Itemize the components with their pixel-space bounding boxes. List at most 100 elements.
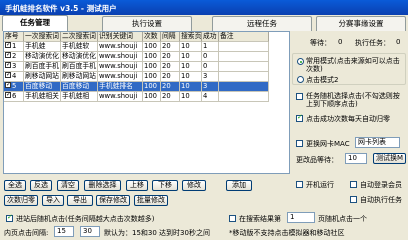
row-seq: 5 — [12, 82, 17, 90]
row-cell-count: 100 — [143, 42, 161, 52]
row-cell-kw2: 手机蛙相 — [61, 92, 98, 102]
auto-reset-label: 点击成功次数每天自动归零 — [306, 115, 390, 123]
tab-remote-tasks[interactable]: 远程任务 — [212, 16, 312, 31]
row-seq-cell: 4 — [4, 72, 24, 82]
task-grid[interactable]: 序号一次搜索词二次搜索词识别关键词次数间隔搜索页成功备注1手机蛙手机蛙软www.… — [3, 31, 290, 174]
row-cell-kw1: 刷百度手机 — [24, 62, 61, 72]
search-page-checkbox[interactable] — [229, 215, 236, 222]
autorun-checkbox[interactable] — [296, 181, 303, 188]
row-cell-id: www.shouji — [98, 42, 143, 52]
tab-task-management[interactable]: 任务管理 — [2, 15, 68, 31]
row-checkbox[interactable] — [5, 62, 11, 69]
inner-to-input[interactable]: 30 — [80, 226, 100, 237]
row-cell-interval: 20 — [161, 62, 180, 72]
row-seq: 6 — [12, 92, 17, 100]
batch-edit-button[interactable]: 批量修改 — [134, 195, 168, 206]
row-cell-page: 10 — [180, 72, 202, 82]
row-checkbox[interactable] — [5, 92, 11, 99]
column-header-8[interactable]: 备注 — [219, 32, 269, 42]
column-header-4[interactable]: 次数 — [143, 32, 161, 42]
row-checkbox[interactable] — [5, 42, 11, 49]
exec-value: 0 — [396, 38, 401, 46]
row-cell-kw2: 手机蛙软 — [61, 42, 98, 52]
random-order-checkbox[interactable] — [296, 93, 303, 100]
column-header-1[interactable]: 一次搜索词 — [24, 32, 61, 42]
exec-label: 执行任务： — [355, 39, 390, 47]
autologin-checkbox[interactable] — [350, 181, 357, 188]
inner-from-input[interactable]: 15 — [54, 226, 74, 237]
row-cell-success: 0 — [202, 52, 219, 62]
select-all-button[interactable]: 全选 — [4, 180, 26, 191]
column-header-3[interactable]: 识别关键词 — [98, 32, 143, 42]
autoexec-checkbox[interactable] — [350, 196, 357, 203]
mode1-radio[interactable] — [297, 58, 304, 65]
row-cell-id: www.shouji — [98, 72, 143, 82]
add-button[interactable]: 添加 — [226, 180, 252, 191]
save-changes-button[interactable]: 保存修改 — [96, 195, 130, 206]
enter-link-label: 进站后随机点击(任务间隔越大点击次数越多) — [16, 215, 155, 223]
row-cell-kw2: 百度移动 — [61, 82, 98, 92]
inner-hint: 默认为：15和30 达到时30秒之间 — [104, 229, 210, 237]
change-mac-checkbox[interactable] — [296, 140, 303, 147]
move-up-button[interactable]: 上移 — [126, 180, 148, 191]
row-checkbox[interactable] — [5, 52, 11, 59]
row-cell-success: 0 — [202, 62, 219, 72]
reset-count-button[interactable]: 次数归零 — [4, 195, 38, 206]
column-header-5[interactable]: 间隔 — [161, 32, 180, 42]
row-cell-page: 10 — [180, 82, 202, 92]
row-cell-note — [219, 62, 269, 72]
title-bar: 手机蛙排名软件 v3.5 - 测试用户 — [0, 0, 408, 15]
search-page-input[interactable]: 1 — [287, 212, 315, 223]
move-down-button[interactable]: 下移 — [152, 180, 178, 191]
row-cell-kw1: 移动演优化 — [24, 52, 61, 62]
row-cell-kw2: 刷移动网站 — [61, 72, 98, 82]
row-seq-cell: 1 — [4, 42, 24, 52]
row-cell-page: 10 — [180, 52, 202, 62]
row-cell-kw2: 刷百度手机 — [61, 62, 98, 72]
export-button[interactable]: 导出 — [67, 195, 93, 206]
row-cell-page: 10 — [180, 92, 202, 102]
column-header-2[interactable]: 二次搜索词 — [61, 32, 98, 42]
tab-bar: 任务管理 执行设置 远程任务 分赛事缘设置 — [2, 15, 406, 31]
nic-list-select[interactable]: 网卡列表 — [355, 137, 400, 148]
row-checkbox[interactable] — [5, 72, 11, 79]
row-cell-count: 100 — [143, 82, 161, 92]
wait-value: 0 — [338, 38, 343, 46]
row-cell-interval: 20 — [161, 52, 180, 62]
auto-reset-checkbox[interactable] — [296, 113, 303, 122]
row-seq: 4 — [12, 72, 17, 80]
row-cell-success: 3 — [202, 82, 219, 92]
row-cell-success: 1 — [202, 42, 219, 52]
row-cell-id: www.shouji — [98, 62, 143, 72]
edit-button[interactable]: 修改 — [182, 180, 206, 191]
row-cell-interval: 20 — [161, 92, 180, 102]
row-cell-interval: 20 — [161, 82, 180, 92]
invert-selection-button[interactable]: 反选 — [30, 180, 52, 191]
row-cell-interval: 20 — [161, 72, 180, 82]
test-change-button[interactable]: 测试换M — [373, 153, 406, 164]
import-button[interactable]: 导入 — [42, 195, 64, 206]
row-cell-id: 手机蛙排名 — [98, 82, 143, 92]
random-click-hint: *移动版不支持点击模拟器和移动社区 — [229, 229, 345, 237]
tab-execution-settings[interactable]: 执行设置 — [102, 16, 192, 31]
column-header-0[interactable]: 序号 — [4, 32, 24, 42]
row-cell-count: 100 — [143, 62, 161, 72]
autologin-label: 自动登录会员 — [360, 181, 402, 189]
delete-selected-button[interactable]: 删除选择 — [84, 180, 121, 191]
search-page-suffix: 页随机点击一个 — [318, 215, 367, 223]
tab-distribution-settings[interactable]: 分赛事缘设置 — [316, 16, 406, 31]
mode2-label: 点击模式2 — [306, 76, 339, 84]
ip-wait-input[interactable]: 10 — [345, 153, 367, 164]
row-checkbox[interactable] — [5, 82, 11, 89]
column-header-7[interactable]: 成功 — [202, 32, 219, 42]
wait-label: 等待： — [310, 39, 331, 47]
row-cell-note — [219, 82, 269, 92]
row-cell-kw1: 刷移动网站 — [24, 72, 61, 82]
clear-button[interactable]: 清空 — [57, 180, 79, 191]
enter-link-checkbox[interactable] — [6, 213, 13, 222]
mode2-radio[interactable] — [297, 76, 304, 83]
column-header-6[interactable]: 搜索页 — [180, 32, 202, 42]
row-cell-count: 100 — [143, 72, 161, 82]
row-cell-success: 3 — [202, 72, 219, 82]
row-seq-cell: 3 — [4, 62, 24, 72]
